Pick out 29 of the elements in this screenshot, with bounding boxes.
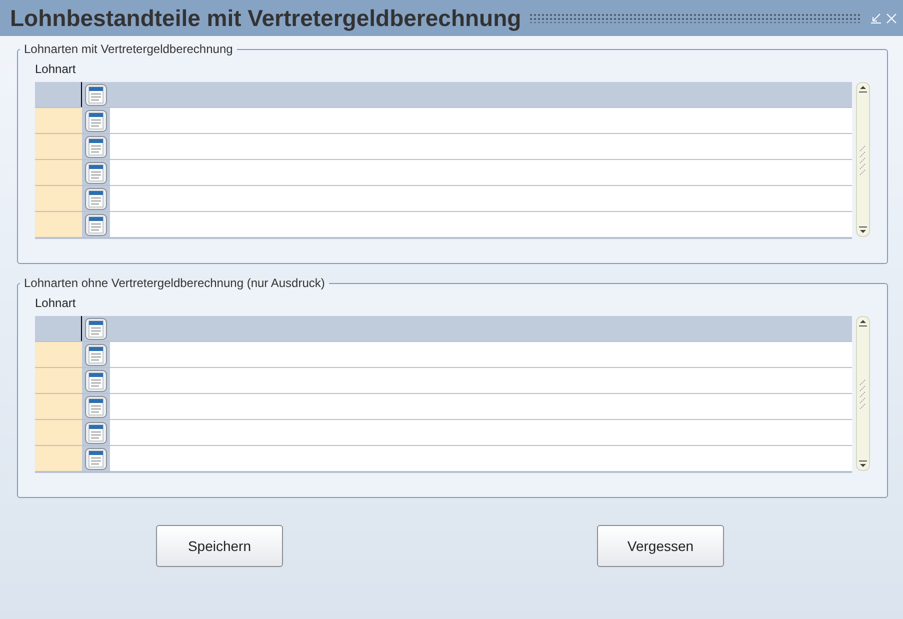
list-icon[interactable]	[85, 318, 107, 340]
grip-icon	[859, 378, 867, 408]
list-icon[interactable]	[85, 448, 107, 470]
close-icon[interactable]	[886, 12, 897, 24]
scroll-down-icon[interactable]	[858, 226, 868, 236]
scroll-down-icon[interactable]	[858, 460, 868, 470]
list-icon[interactable]	[85, 214, 107, 236]
window-title: Lohnbestandteile mit Vertretergeldberechnung	[10, 4, 522, 33]
scroll-up-icon[interactable]	[858, 317, 868, 327]
column-header: Lohnart	[35, 61, 77, 78]
scroll-up-icon[interactable]	[858, 83, 868, 93]
action-button[interactable]: Speichern	[156, 525, 283, 567]
list-icon[interactable]	[85, 422, 107, 444]
group-title: Lohnarten mit Vertretergeldberechnung	[23, 41, 234, 58]
list-icon[interactable]	[85, 162, 107, 184]
list-icon[interactable]	[85, 370, 107, 392]
minimize-icon[interactable]	[870, 12, 882, 24]
group-title: Lohnarten ohne Vertretergeldberechnung (nur Ausdruck)	[23, 275, 326, 292]
column-header: Lohnart	[35, 295, 77, 312]
scrollbar[interactable]	[856, 82, 870, 237]
scrollbar[interactable]	[856, 316, 870, 471]
list-icon[interactable]	[85, 344, 107, 366]
list-icon[interactable]	[85, 188, 107, 210]
list-icon[interactable]	[85, 136, 107, 158]
grip-icon	[859, 144, 867, 174]
list-icon[interactable]	[85, 110, 107, 132]
list-icon[interactable]	[85, 396, 107, 418]
list-icon[interactable]	[85, 84, 107, 106]
action-button[interactable]: Vergessen	[597, 525, 724, 567]
